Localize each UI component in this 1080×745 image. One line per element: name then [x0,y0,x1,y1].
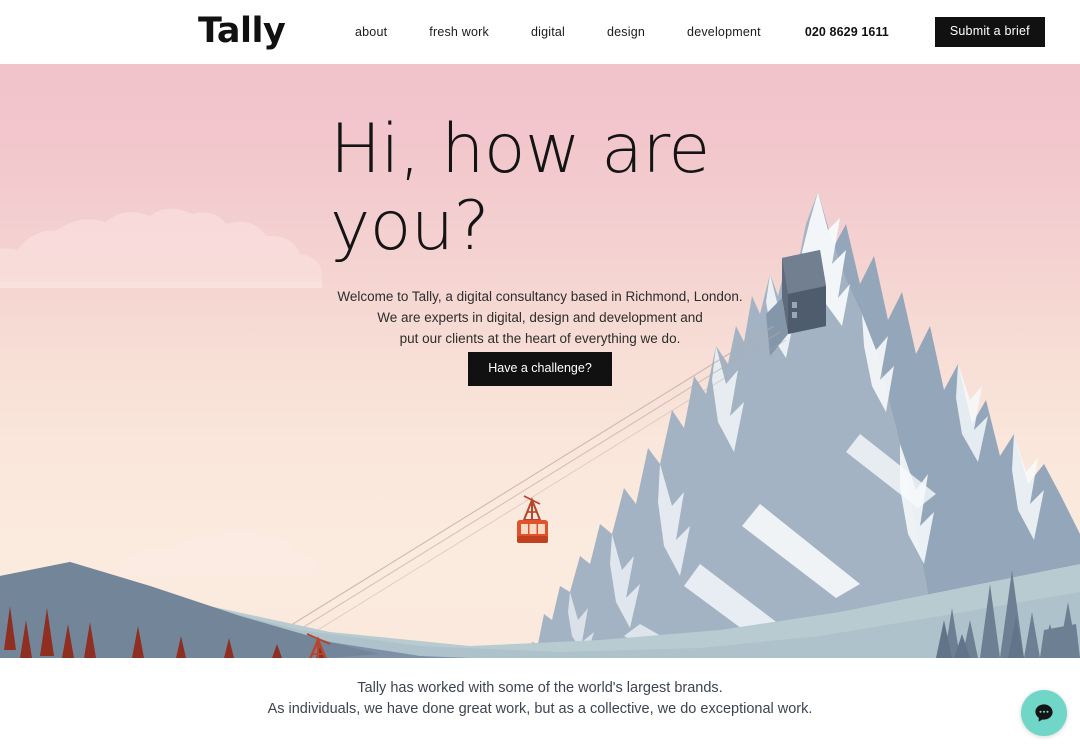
nav-item-about[interactable]: about [355,25,387,39]
nav-item-design[interactable]: design [607,25,645,39]
cloud-left [0,208,322,288]
nav-item-development[interactable]: development [687,25,761,39]
chat-widget-button[interactable] [1021,690,1067,736]
chat-bubble-icon [1035,704,1053,722]
logo-tally[interactable]: Tally [198,11,286,51]
brands-section: Tally has worked with some of the world'… [0,658,1080,745]
cloud-mid [120,529,318,576]
submit-a-brief-button[interactable]: Submit a brief [934,17,1045,47]
main-navigation: about fresh work digital design developm… [355,0,1045,64]
nav-item-digital[interactable]: digital [531,25,565,39]
nav-item-fresh-work[interactable]: fresh work [429,25,489,39]
hero-section: Hi, how are you? Welcome to Tally, a dig… [0,64,1080,658]
brands-line-2: As individuals, we have done great work,… [267,701,813,717]
brands-line-1: Tally has worked with some of the world'… [357,680,723,696]
have-a-challenge-button[interactable]: Have a challenge? [468,352,612,386]
site-header: Tally about fresh work digital design de… [0,0,1080,64]
phone-number-link[interactable]: 020 8629 1611 [805,25,889,39]
page-root: Tally about fresh work digital design de… [0,0,1080,745]
hero-cta-container: Have a challenge? [290,352,790,386]
